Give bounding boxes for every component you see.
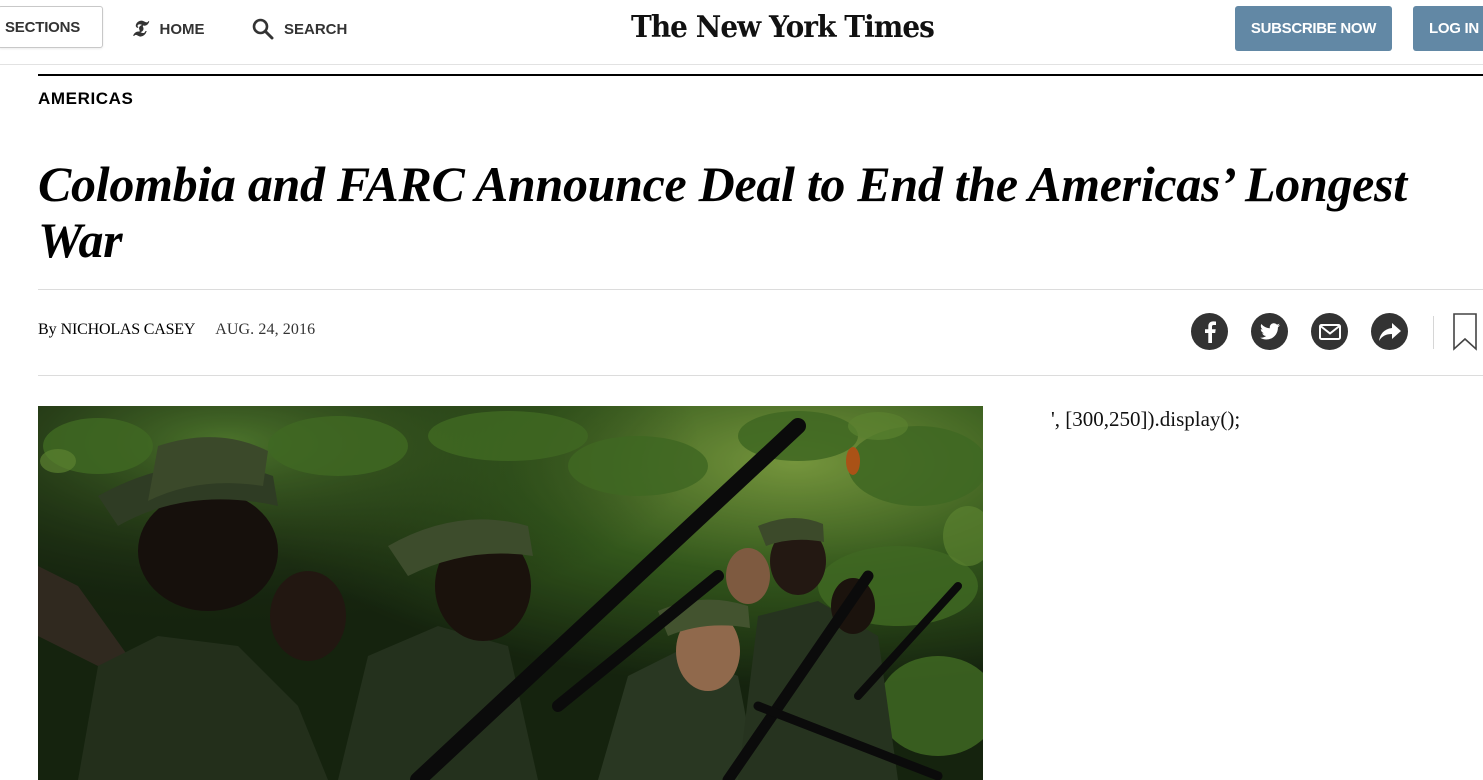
search-link[interactable]: SEARCH bbox=[252, 16, 347, 42]
search-icon bbox=[252, 18, 274, 40]
nyt-logo[interactable]: The New York Times bbox=[631, 6, 935, 50]
divider bbox=[38, 375, 1483, 376]
subscribe-button[interactable]: SUBSCRIBE NOW bbox=[1235, 6, 1392, 51]
byline: By NICHOLAS CASEY AUG. 24, 2016 bbox=[38, 321, 315, 339]
byline-prefix: By bbox=[38, 321, 57, 338]
nyt-t-icon: 𝕿 bbox=[132, 16, 146, 42]
bookmark-icon[interactable] bbox=[1452, 313, 1478, 356]
author-name[interactable]: NICHOLAS CASEY bbox=[61, 321, 196, 338]
share-arrow-icon[interactable] bbox=[1371, 313, 1408, 350]
share-divider bbox=[1433, 316, 1434, 349]
divider bbox=[38, 289, 1483, 290]
headline: Colombia and FARC Announce Deal to End t… bbox=[38, 156, 1407, 268]
facebook-icon[interactable] bbox=[1191, 313, 1228, 350]
header-rule bbox=[38, 74, 1483, 76]
soldiers-in-jungle-photo[interactable] bbox=[38, 406, 983, 780]
section-kicker[interactable]: AMERICAS bbox=[38, 89, 133, 109]
home-label: HOME bbox=[159, 20, 205, 38]
publish-date: AUG. 24, 2016 bbox=[215, 321, 316, 338]
twitter-icon[interactable] bbox=[1251, 313, 1288, 350]
search-label: SEARCH bbox=[284, 20, 348, 38]
home-link[interactable]: 𝕿 HOME bbox=[132, 16, 205, 42]
email-icon[interactable] bbox=[1311, 313, 1348, 350]
masthead: SECTIONS 𝕿 HOME SEARCH The New York Time… bbox=[0, 0, 1483, 65]
login-button[interactable]: LOG IN bbox=[1413, 6, 1483, 51]
ad-placeholder-text: ', [300,250]).display(); bbox=[1051, 407, 1241, 431]
sections-button[interactable]: SECTIONS bbox=[0, 6, 103, 48]
